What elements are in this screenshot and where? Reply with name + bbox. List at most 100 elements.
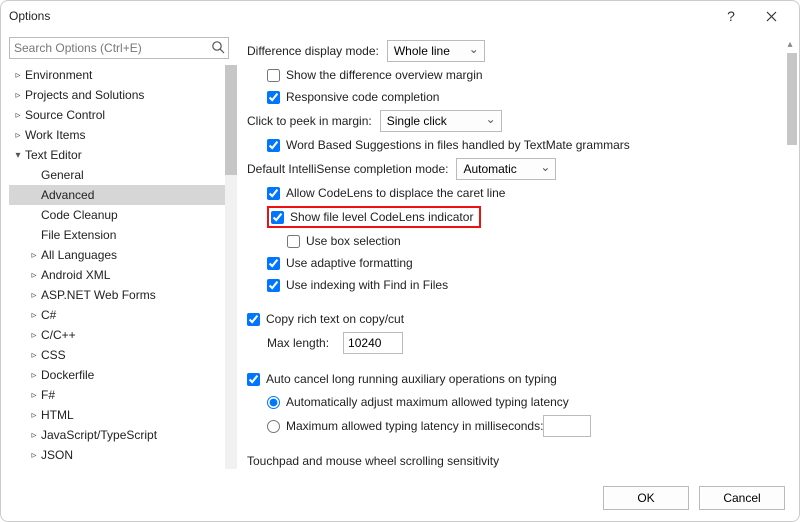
auto-adjust-latency-radio[interactable] <box>267 396 280 409</box>
copy-rich-text-checkbox[interactable] <box>247 313 260 326</box>
window-title: Options <box>9 9 711 23</box>
default-intellisense-label: Default IntelliSense completion mode: <box>247 162 448 176</box>
panel-scroll-thumb[interactable] <box>787 53 797 145</box>
chevron-right-icon[interactable]: ▹ <box>27 370 41 381</box>
allow-codelens-caret-label: Allow CodeLens to displace the caret lin… <box>286 186 505 200</box>
use-box-selection-checkbox[interactable] <box>287 235 300 248</box>
tree-node[interactable]: ▹CSS <box>9 345 237 365</box>
tree-node-label: General <box>41 168 84 182</box>
chevron-right-icon[interactable]: ▹ <box>27 350 41 361</box>
tree-node[interactable]: ▹All Languages <box>9 245 237 265</box>
use-adaptive-formatting-label: Use adaptive formatting <box>286 256 413 270</box>
max-latency-input[interactable] <box>543 415 591 437</box>
tree-node-label: F# <box>41 388 55 402</box>
close-icon <box>766 11 777 22</box>
chevron-right-icon[interactable]: ▹ <box>27 450 41 461</box>
tree-node[interactable]: ▹F# <box>9 385 237 405</box>
chevron-right-icon[interactable]: ▹ <box>27 290 41 301</box>
options-tree[interactable]: ▹Environment▹Projects and Solutions▹Sour… <box>9 65 237 469</box>
copy-rich-text-label: Copy rich text on copy/cut <box>266 312 404 326</box>
chevron-down-icon[interactable]: ▾ <box>11 150 25 161</box>
click-peek-select[interactable]: Single click <box>380 110 502 132</box>
tree-node[interactable]: Advanced <box>9 185 237 205</box>
tree-node[interactable]: ▹Source Control <box>9 105 237 125</box>
chevron-right-icon[interactable]: ▹ <box>11 90 25 101</box>
highlighted-option: Show file level CodeLens indicator <box>267 206 481 228</box>
tree-node[interactable]: ▹JavaScript/TypeScript <box>9 425 237 445</box>
tree-node-label: Source Control <box>25 108 105 122</box>
left-pane: ▹Environment▹Projects and Solutions▹Sour… <box>1 31 237 475</box>
tree-node[interactable]: Code Cleanup <box>9 205 237 225</box>
tree-node-label: Text Editor <box>25 148 82 162</box>
search-input[interactable] <box>9 37 229 59</box>
diff-mode-label: Difference display mode: <box>247 44 379 58</box>
tree-node[interactable]: General <box>9 165 237 185</box>
auto-cancel-label: Auto cancel long running auxiliary opera… <box>266 372 557 386</box>
allow-codelens-caret-checkbox[interactable] <box>267 187 280 200</box>
use-adaptive-formatting-checkbox[interactable] <box>267 257 280 270</box>
help-button[interactable]: ? <box>711 1 751 31</box>
tree-node[interactable]: ▹Environment <box>9 65 237 85</box>
tree-node[interactable]: ▹HTML <box>9 405 237 425</box>
tree-node[interactable]: ▹Dockerfile <box>9 365 237 385</box>
tree-scroll-thumb[interactable] <box>225 65 237 175</box>
diff-mode-select[interactable]: Whole line <box>387 40 485 62</box>
max-latency-radio[interactable] <box>267 420 280 433</box>
titlebar: Options ? <box>1 1 799 31</box>
ok-button[interactable]: OK <box>603 486 689 510</box>
default-intellisense-select[interactable]: Automatic <box>456 158 556 180</box>
auto-cancel-checkbox[interactable] <box>247 373 260 386</box>
options-dialog: Options ? ▹Environment▹Projects and Solu… <box>0 0 800 522</box>
tree-node-label: LESS <box>41 468 72 469</box>
word-based-label: Word Based Suggestions in files handled … <box>286 138 630 152</box>
tree-scrollbar[interactable] <box>225 65 237 469</box>
tree-node[interactable]: ▹LESS <box>9 465 237 469</box>
chevron-right-icon[interactable]: ▹ <box>27 390 41 401</box>
tree-node[interactable]: ▹Projects and Solutions <box>9 85 237 105</box>
click-peek-label: Click to peek in margin: <box>247 114 372 128</box>
settings-panel: ▴ ▾ Difference display mode: Whole line … <box>237 31 799 475</box>
tree-node[interactable]: ▾Text Editor <box>9 145 237 165</box>
chevron-right-icon[interactable]: ▹ <box>11 70 25 81</box>
tree-node-label: Projects and Solutions <box>25 88 144 102</box>
touchpad-label: Touchpad and mouse wheel scrolling sensi… <box>247 454 499 468</box>
responsive-completion-checkbox[interactable] <box>267 91 280 104</box>
show-file-level-indicator-checkbox[interactable] <box>271 211 284 224</box>
tree-node-label: CSS <box>41 348 66 362</box>
tree-node[interactable]: ▹C/C++ <box>9 325 237 345</box>
chevron-right-icon[interactable]: ▹ <box>11 110 25 121</box>
max-latency-label: Maximum allowed typing latency in millis… <box>286 419 543 433</box>
tree-node-label: HTML <box>41 408 74 422</box>
use-box-selection-label: Use box selection <box>306 234 401 248</box>
tree-node[interactable]: File Extension <box>9 225 237 245</box>
tree-node-label: Work Items <box>25 128 85 142</box>
max-length-input[interactable] <box>343 332 403 354</box>
tree-node-label: Environment <box>25 68 92 82</box>
tree-node-label: JSON <box>41 448 73 462</box>
use-indexing-find-checkbox[interactable] <box>267 279 280 292</box>
close-button[interactable] <box>751 1 791 31</box>
show-diff-overview-checkbox[interactable] <box>267 69 280 82</box>
chevron-right-icon[interactable]: ▹ <box>27 270 41 281</box>
chevron-right-icon[interactable]: ▹ <box>27 410 41 421</box>
chevron-right-icon[interactable]: ▹ <box>11 130 25 141</box>
tree-node-label: Code Cleanup <box>41 208 118 222</box>
chevron-right-icon[interactable]: ▹ <box>27 330 41 341</box>
cancel-button[interactable]: Cancel <box>699 486 785 510</box>
tree-node[interactable]: ▹C# <box>9 305 237 325</box>
word-based-checkbox[interactable] <box>267 139 280 152</box>
panel-scrollbar[interactable]: ▴ ▾ <box>783 37 797 475</box>
chevron-right-icon[interactable]: ▹ <box>27 310 41 321</box>
tree-node[interactable]: ▹JSON <box>9 445 237 465</box>
chevron-right-icon[interactable]: ▹ <box>27 250 41 261</box>
responsive-completion-label: Responsive code completion <box>286 90 439 104</box>
chevron-right-icon[interactable]: ▹ <box>27 430 41 441</box>
tree-node-label: Advanced <box>41 188 94 202</box>
tree-node[interactable]: ▹ASP.NET Web Forms <box>9 285 237 305</box>
tree-node[interactable]: ▹Work Items <box>9 125 237 145</box>
tree-node-label: Android XML <box>41 268 110 282</box>
scroll-down-icon[interactable]: ▾ <box>783 473 797 475</box>
tree-node[interactable]: ▹Android XML <box>9 265 237 285</box>
use-indexing-find-label: Use indexing with Find in Files <box>286 278 448 292</box>
scroll-up-icon[interactable]: ▴ <box>783 37 797 51</box>
